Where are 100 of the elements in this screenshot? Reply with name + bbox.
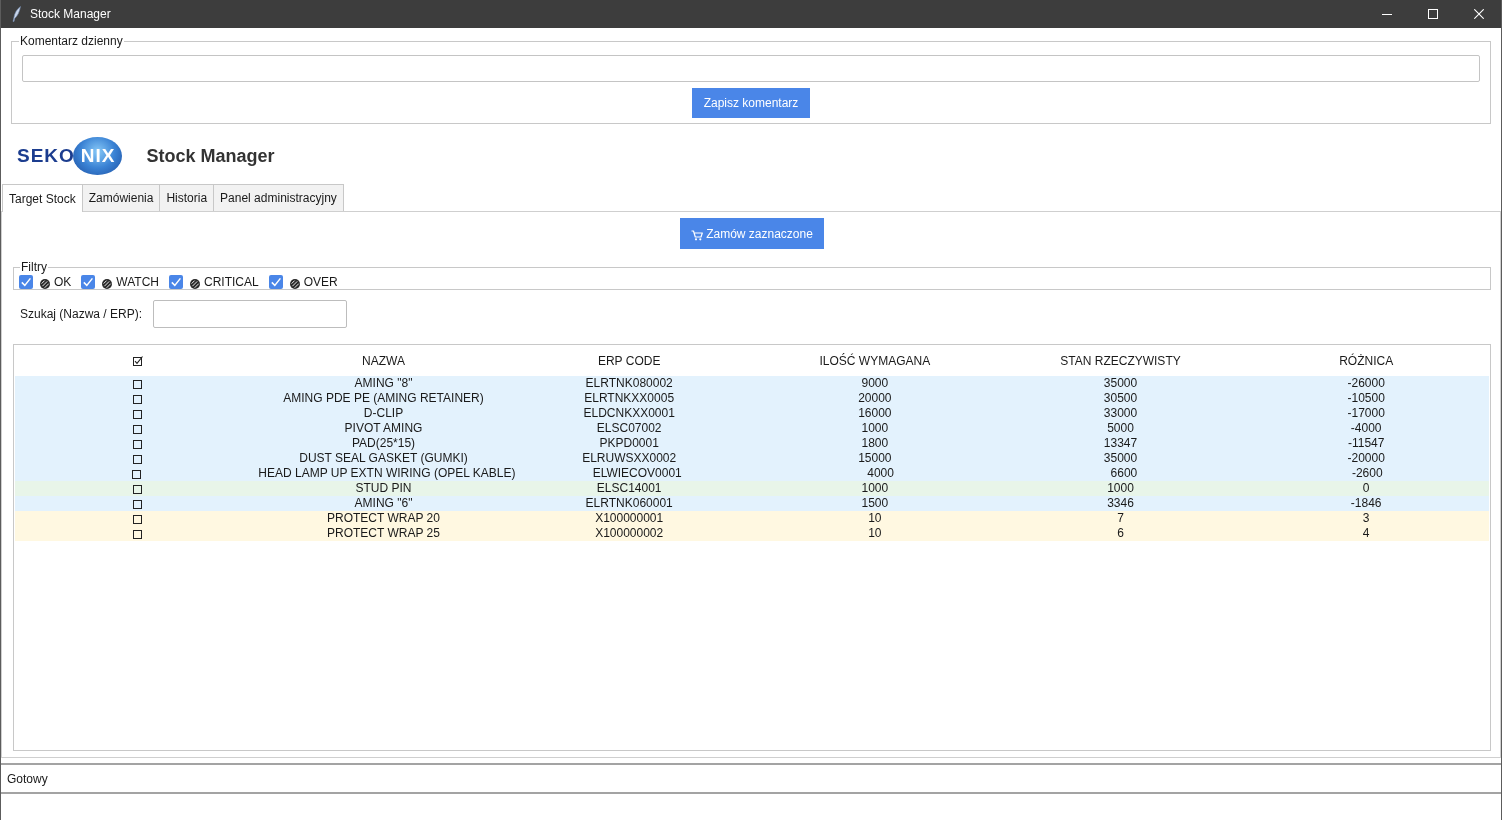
table-cell: STUD PIN — [355, 481, 412, 496]
table-row[interactable]: PIVOT AMING ELSC07002 1000 5000 -4000 — [15, 421, 1489, 436]
column-header: STAN RZECZYWISTY — [1060, 353, 1181, 369]
table-cell: ELDCNKXX0001 — [583, 406, 675, 421]
table-cell: 1800 — [861, 436, 889, 451]
hatched-disc-icon — [102, 279, 113, 289]
row-checkbox[interactable] — [132, 438, 143, 449]
table-cell: -2600 — [1351, 466, 1383, 481]
checkbox[interactable] — [268, 274, 283, 289]
table-cell: 10 — [868, 526, 882, 541]
panel-label: Komentarz dzienny — [19, 34, 124, 48]
table-cell: 3346 — [1107, 496, 1134, 511]
close-icon — [1474, 9, 1484, 19]
table-cell: -4000 — [1350, 421, 1382, 436]
table-cell: PIVOT AMING — [344, 421, 423, 436]
table-cell: ELRTNK080002 — [585, 376, 673, 391]
table-cell: -1846 — [1350, 496, 1382, 511]
tab[interactable]: Zamówienia — [81, 184, 161, 211]
minimize-icon — [1382, 13, 1392, 15]
save-comment-button[interactable]: Zapisz komentarz — [692, 88, 810, 118]
table-cell: ELSC14001 — [596, 481, 662, 496]
column-header: RÓŻNICA — [1339, 353, 1394, 369]
logo-text: SEKO — [17, 144, 75, 168]
table-row[interactable]: PROTECT WRAP 20 X100000001 10 7 3 — [15, 511, 1489, 526]
tab[interactable]: Panel administracyjny — [213, 184, 344, 211]
table-cell: 7 — [1117, 511, 1124, 526]
table-cell: 5000 — [1107, 421, 1134, 436]
table-cell: X100000001 — [595, 511, 664, 526]
table-cell: HEAD LAMP UP EXTN WIRING (OPEL KABLE) — [258, 466, 516, 481]
row-checkbox[interactable] — [132, 528, 143, 539]
feather-icon — [12, 6, 21, 22]
table-cell: PKPD0001 — [599, 436, 659, 451]
table-cell: 10 — [868, 511, 882, 526]
table-cell: -17000 — [1347, 406, 1385, 421]
filter-label: WATCH — [116, 274, 159, 289]
column-header: NAZWA — [362, 353, 405, 369]
hatched-disc-icon — [289, 279, 300, 289]
table-cell: 6 — [1117, 526, 1124, 541]
select-all-checkbox[interactable] — [132, 356, 143, 366]
row-checkbox[interactable] — [132, 498, 143, 509]
table-row[interactable]: PAD(25*15) PKPD0001 1800 13347 -11547 — [15, 436, 1489, 451]
table-row[interactable]: DUST SEAL GASKET (GUMKI) ELRUWSXX0002 15000 35000 -20000 — [15, 451, 1489, 466]
table-row[interactable]: PROTECT WRAP 25 X100000002 10 6 4 — [15, 526, 1489, 541]
table-cell: PROTECT WRAP 25 — [327, 526, 440, 541]
order-selected-button[interactable]: Zamów zaznaczone — [680, 218, 824, 249]
filter-label: CRITICAL — [204, 274, 259, 289]
table-cell: 35000 — [1103, 451, 1138, 466]
hatched-disc-icon — [190, 279, 200, 289]
checkbox[interactable] — [19, 274, 33, 289]
table-cell: 4000 — [867, 466, 894, 481]
table-cell: X100000002 — [595, 526, 664, 541]
panel-label: Filtry — [20, 260, 48, 274]
maximize-icon — [1428, 9, 1438, 19]
hatched-disc-icon — [40, 279, 50, 289]
filter-label: OK — [54, 274, 72, 289]
row-checkbox[interactable] — [132, 408, 143, 419]
table-cell: 35000 — [1103, 376, 1138, 391]
table-cell: 1000 — [861, 421, 889, 436]
row-checkbox[interactable] — [132, 453, 143, 464]
row-checkbox[interactable] — [132, 483, 143, 494]
row-checkbox[interactable] — [132, 393, 143, 404]
table-cell: 9000 — [861, 376, 889, 391]
row-checkbox[interactable] — [132, 513, 143, 524]
app-title: Stock Manager — [146, 145, 275, 167]
table-cell: 20000 — [858, 391, 892, 406]
table-cell: -26000 — [1347, 376, 1385, 391]
table-cell: AMING PDE PE (AMING RETAINER) — [283, 391, 484, 406]
table-cell: DUST SEAL GASKET (GUMKI) — [299, 451, 468, 466]
table-cell: 6600 — [1110, 466, 1138, 481]
search-label: Szukaj (Nazwa / ERP): — [20, 307, 143, 321]
row-checkbox[interactable] — [131, 468, 142, 479]
table-row[interactable]: D-CLIP ELDCNKXX0001 16000 33000 -17000 — [15, 406, 1489, 421]
row-checkbox[interactable] — [132, 423, 143, 434]
column-header: ERP CODE — [597, 353, 661, 369]
table-row[interactable]: AMING "6" ELRTNK060001 1500 3346 -1846 — [15, 496, 1489, 511]
checkbox[interactable] — [81, 274, 96, 289]
table-cell: 13347 — [1103, 436, 1138, 451]
table-cell: ELRTNKXX0005 — [584, 391, 675, 406]
table-cell: -10500 — [1347, 391, 1385, 406]
table-cell: ELWIECOV0001 — [592, 466, 682, 481]
search-field[interactable] — [153, 300, 348, 328]
table-row[interactable]: HEAD LAMP UP EXTN WIRING (OPEL KABLE) ELWIECOV0001 4000 6600 -2600 — [15, 466, 1489, 481]
table-row[interactable]: AMING "8" ELRTNK080002 9000 35000 -26000 — [15, 376, 1489, 391]
table-cell: ELSC07002 — [596, 421, 662, 436]
table-cell: PAD(25*15) — [351, 436, 416, 451]
table-cell: 16000 — [858, 406, 892, 421]
row-checkbox[interactable] — [132, 378, 143, 389]
tab[interactable]: Target Stock — [2, 184, 83, 212]
table-row[interactable]: AMING PDE PE (AMING RETAINER) ELRTNKXX0005 20000 30500 -10500 — [15, 391, 1489, 406]
comment-input[interactable] — [22, 55, 1480, 82]
table-cell: PROTECT WRAP 20 — [327, 511, 440, 526]
tab[interactable]: Historia — [159, 184, 215, 211]
status-text: Gotowy — [7, 771, 48, 786]
table-cell: 15000 — [858, 451, 892, 466]
table-cell: ELRUWSXX0002 — [582, 451, 677, 466]
table-row[interactable]: STUD PIN ELSC14001 1000 1000 0 — [15, 481, 1489, 496]
table-cell: ELRTNK060001 — [585, 496, 673, 511]
table-cell: 1000 — [861, 481, 889, 496]
checkbox[interactable] — [169, 274, 183, 289]
table-cell: 0 — [1362, 481, 1370, 496]
